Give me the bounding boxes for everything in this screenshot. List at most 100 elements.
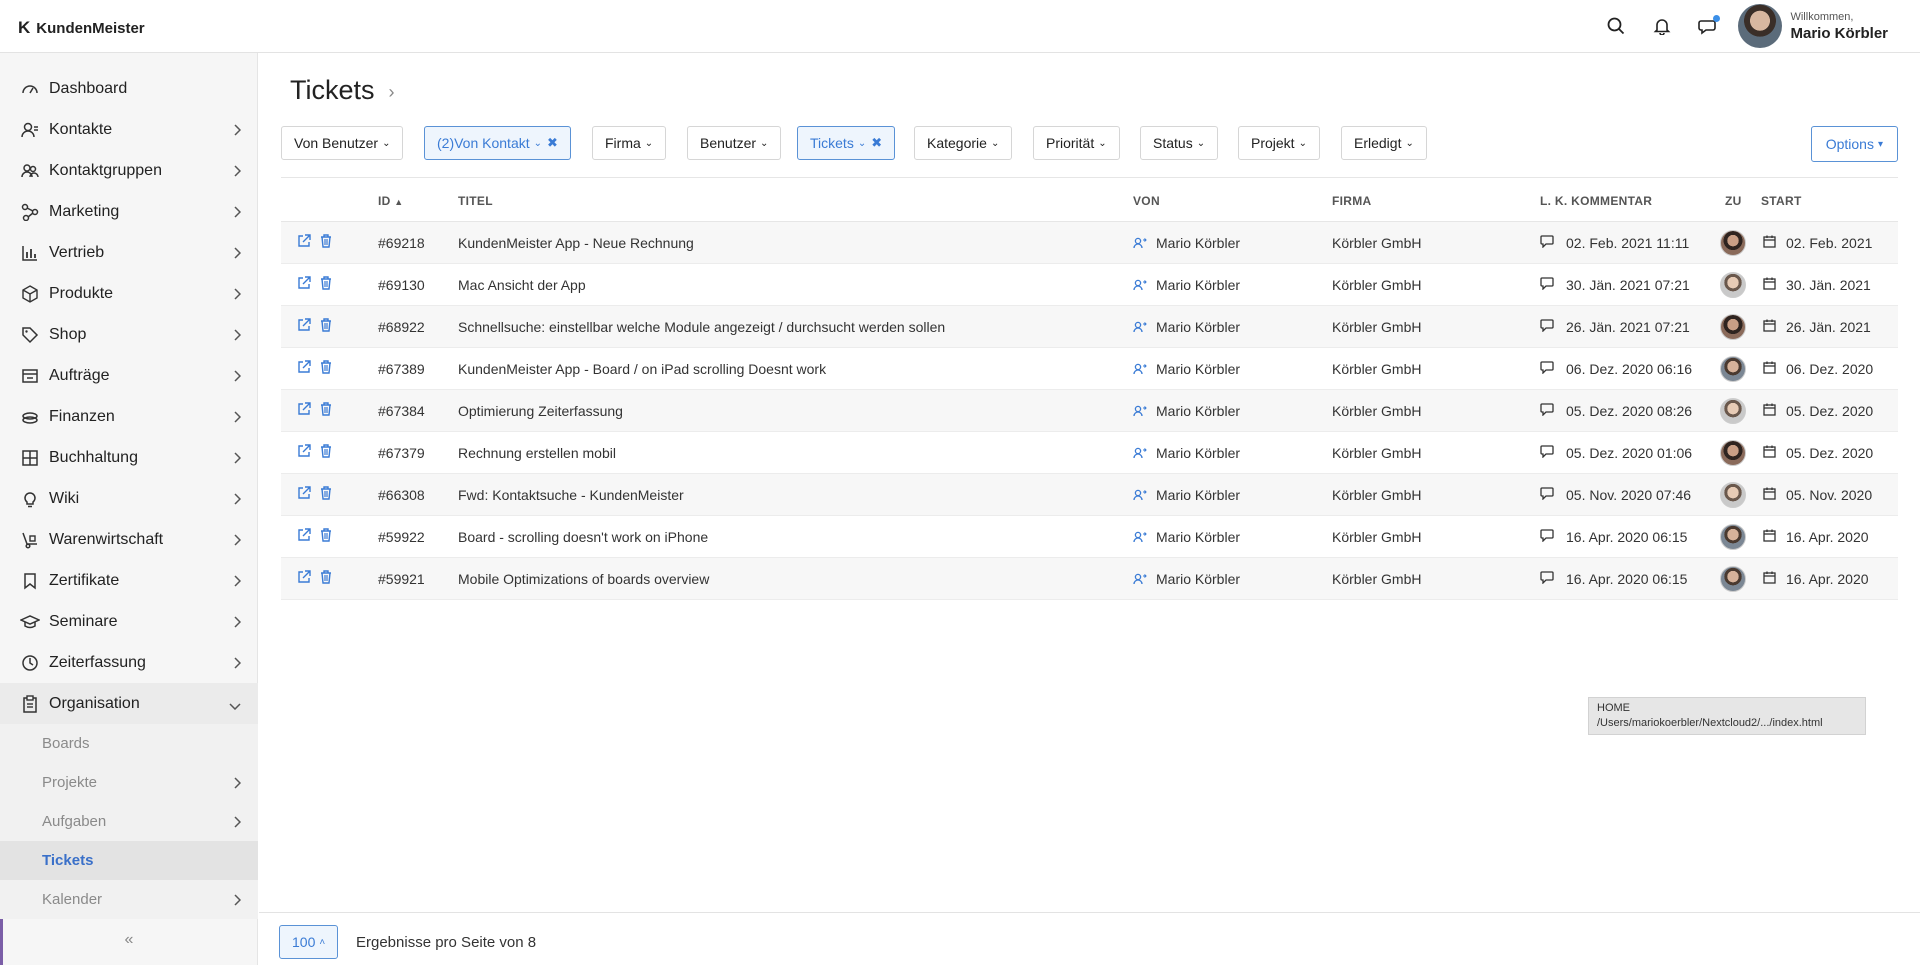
filter-tickets[interactable]: Tickets ⌄ ✖ xyxy=(797,126,896,160)
trash-icon[interactable] xyxy=(320,360,332,377)
sidebar-item-shop[interactable]: Shop xyxy=(0,314,258,355)
ticket-von[interactable]: Mario Körbler xyxy=(1156,277,1240,293)
filter-erledigt[interactable]: Erledigt ⌄ xyxy=(1341,126,1427,160)
ticket-von[interactable]: Mario Körbler xyxy=(1156,487,1240,503)
open-external-icon[interactable] xyxy=(297,234,311,251)
search-icon[interactable] xyxy=(1604,14,1628,38)
ticket-title[interactable]: KundenMeister App - Neue Rechnung xyxy=(458,235,694,251)
table-row[interactable]: #59921 Mobile Optimizations of boards ove… xyxy=(281,558,1898,600)
ticket-title[interactable]: Mac Ansicht der App xyxy=(458,277,586,293)
assignee-avatar[interactable] xyxy=(1720,440,1746,466)
column-header-von[interactable]: VON xyxy=(1133,194,1160,208)
sidebar-subitem-projekte[interactable]: Projekte xyxy=(0,763,258,802)
trash-icon[interactable] xyxy=(320,276,332,293)
filter-firma[interactable]: Firma ⌄ xyxy=(592,126,667,160)
open-external-icon[interactable] xyxy=(297,486,311,503)
ticket-von[interactable]: Mario Körbler xyxy=(1156,361,1240,377)
ticket-title[interactable]: Schnellsuche: einstellbar welche Module … xyxy=(458,319,945,335)
sidebar-item-marketing[interactable]: Marketing xyxy=(0,191,258,232)
open-external-icon[interactable] xyxy=(297,318,311,335)
sidebar-item-dashboard[interactable]: Dashboard xyxy=(0,68,258,109)
options-button[interactable]: Options ▾ xyxy=(1810,126,1898,162)
column-header-titel[interactable]: TITEL xyxy=(458,194,493,208)
table-row[interactable]: #67379 Rechnung erstellen mobil Mario Körb… xyxy=(281,432,1898,474)
table-row[interactable]: #66308 Fwd: Kontaktsuche - KundenMeister M… xyxy=(281,474,1898,516)
ticket-title[interactable]: Mobile Optimizations of boards overview xyxy=(458,571,709,587)
table-row[interactable]: #69218 KundenMeister App - Neue Rechnung M… xyxy=(281,222,1898,264)
ticket-von[interactable]: Mario Körbler xyxy=(1156,571,1240,587)
ticket-von[interactable]: Mario Körbler xyxy=(1156,403,1240,419)
filter-von-kontakt[interactable]: (2)Von Kontakt ⌄ ✖ xyxy=(424,126,571,160)
ticket-title[interactable]: Board - scrolling doesn't work on iPhone xyxy=(458,529,708,545)
ticket-von[interactable]: Mario Körbler xyxy=(1156,529,1240,545)
assignee-avatar[interactable] xyxy=(1720,314,1746,340)
sidebar-item-zertifikate[interactable]: Zertifikate xyxy=(0,560,258,601)
filter-prioritaet[interactable]: Priorität ⌄ xyxy=(1033,126,1120,160)
table-row[interactable]: #68922 Schnellsuche: einstellbar welche M… xyxy=(281,306,1898,348)
ticket-title[interactable]: Optimierung Zeiterfassung xyxy=(458,403,623,419)
open-external-icon[interactable] xyxy=(297,570,311,587)
filter-benutzer[interactable]: Benutzer ⌄ xyxy=(687,126,782,160)
ticket-von[interactable]: Mario Körbler xyxy=(1156,319,1240,335)
sidebar-item-seminare[interactable]: Seminare xyxy=(0,601,258,642)
sidebar-subitem-tickets[interactable]: Tickets xyxy=(0,841,258,880)
column-header-kommentar[interactable]: L. K. KOMMENTAR xyxy=(1540,194,1652,208)
sidebar-item-auftraege[interactable]: Aufträge xyxy=(0,355,258,396)
table-row[interactable]: #67384 Optimierung Zeiterfassung Mario Kör… xyxy=(281,390,1898,432)
sidebar-item-kontakte[interactable]: Kontakte xyxy=(0,109,258,150)
assignee-avatar[interactable] xyxy=(1720,566,1746,592)
clear-filter-icon[interactable]: ✖ xyxy=(871,135,882,151)
sidebar-subitem-kalender[interactable]: Kalender xyxy=(0,880,258,919)
trash-icon[interactable] xyxy=(320,402,332,419)
page-size-select[interactable]: 100 ˄ xyxy=(279,925,339,959)
trash-icon[interactable] xyxy=(320,570,332,587)
ticket-title[interactable]: KundenMeister App - Board / on iPad scro… xyxy=(458,361,826,377)
assignee-avatar[interactable] xyxy=(1720,524,1746,550)
ticket-von[interactable]: Mario Körbler xyxy=(1156,445,1240,461)
open-external-icon[interactable] xyxy=(297,528,311,545)
table-row[interactable]: #69130 Mac Ansicht der App Mario Körbler Kö… xyxy=(281,264,1898,306)
assignee-avatar[interactable] xyxy=(1720,356,1746,382)
clear-filter-icon[interactable]: ✖ xyxy=(547,135,558,151)
sidebar-item-wiki[interactable]: Wiki xyxy=(0,478,258,519)
sidebar-item-kontaktgruppen[interactable]: Kontaktgruppen xyxy=(0,150,258,191)
sidebar-subitem-aufgaben[interactable]: Aufgaben xyxy=(0,802,258,841)
open-external-icon[interactable] xyxy=(297,360,311,377)
ticket-title[interactable]: Rechnung erstellen mobil xyxy=(458,445,616,461)
trash-icon[interactable] xyxy=(320,318,332,335)
user-avatar[interactable] xyxy=(1738,4,1783,48)
sidebar-item-organisation[interactable]: Organisation xyxy=(0,683,258,724)
assignee-avatar[interactable] xyxy=(1720,230,1746,256)
ticket-title[interactable]: Fwd: Kontaktsuche - KundenMeister xyxy=(458,487,684,503)
assignee-avatar[interactable] xyxy=(1720,482,1746,508)
chat-icon[interactable] xyxy=(1696,14,1720,38)
open-external-icon[interactable] xyxy=(297,444,311,461)
breadcrumb-chevron-icon[interactable]: › xyxy=(389,82,395,103)
assignee-avatar[interactable] xyxy=(1720,272,1746,298)
filter-status[interactable]: Status ⌄ xyxy=(1140,126,1219,160)
sidebar-item-vertrieb[interactable]: Vertrieb xyxy=(0,232,258,273)
trash-icon[interactable] xyxy=(320,486,332,503)
sidebar-item-produkte[interactable]: Produkte xyxy=(0,273,258,314)
open-external-icon[interactable] xyxy=(297,276,311,293)
table-row[interactable]: #67389 KundenMeister App - Board / on iPa… xyxy=(281,348,1898,390)
column-header-id[interactable]: ID ▲ xyxy=(378,194,403,208)
sidebar-item-finanzen[interactable]: Finanzen xyxy=(0,396,258,437)
bell-icon[interactable] xyxy=(1650,14,1674,38)
table-row[interactable]: #59922 Board - scrolling doesn't work on … xyxy=(281,516,1898,558)
sidebar-item-warenwirtschaft[interactable]: Warenwirtschaft xyxy=(0,519,258,560)
sidebar-item-zeiterfassung[interactable]: Zeiterfassung xyxy=(0,642,258,683)
open-external-icon[interactable] xyxy=(297,402,311,419)
filter-von-benutzer[interactable]: Von Benutzer ⌄ xyxy=(281,126,404,160)
trash-icon[interactable] xyxy=(320,234,332,251)
ticket-von[interactable]: Mario Körbler xyxy=(1156,235,1240,251)
filter-projekt[interactable]: Projekt ⌄ xyxy=(1238,126,1320,160)
column-header-firma[interactable]: FIRMA xyxy=(1332,194,1372,208)
sidebar-item-buchhaltung[interactable]: Buchhaltung xyxy=(0,437,258,478)
trash-icon[interactable] xyxy=(320,528,332,545)
app-logo[interactable]: K KundenMeister xyxy=(18,18,145,38)
column-header-zu[interactable]: ZU xyxy=(1725,194,1742,208)
user-menu[interactable]: Willkommen, Mario Körbler xyxy=(1738,4,1888,48)
column-header-start[interactable]: START xyxy=(1761,194,1802,208)
sidebar-collapse-button[interactable]: « xyxy=(0,915,258,965)
